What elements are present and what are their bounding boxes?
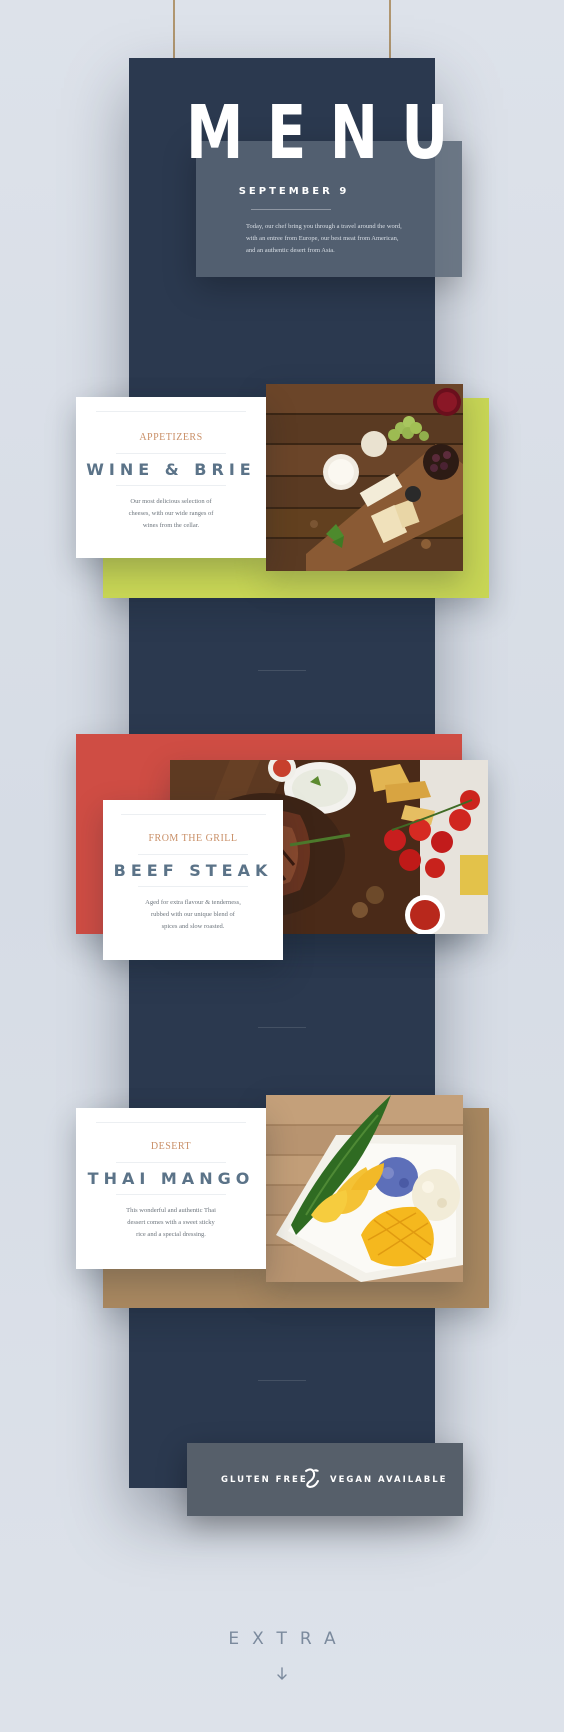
hanging-cord-left (173, 0, 175, 60)
card-rule (116, 1162, 226, 1163)
extra-link[interactable]: EXTRA (0, 1629, 564, 1649)
card-rule (116, 485, 226, 486)
ampersand-leaf-icon (302, 1467, 322, 1489)
card-rule (96, 411, 246, 412)
intro-line: Today, our chef bring you through a trav… (246, 223, 402, 230)
grill-card: FROM THE GRILL BEEF STEAK Aged for extra… (103, 800, 283, 960)
description-line: This wonderful and authentic Thai (126, 1207, 216, 1214)
card-rule (116, 1194, 226, 1195)
description-line: Aged for extra flavour & tenderness, (145, 899, 241, 906)
menu-title: MENU (186, 90, 472, 176)
menu-date: SEPTEMBER 9 (238, 186, 350, 197)
dish-name: WINE & BRIE (86, 460, 256, 479)
description-line: cheeses, with our wide ranges of (128, 510, 214, 517)
section-category: APPETIZERS (139, 432, 203, 443)
menu-intro: Today, our chef bring you through a trav… (246, 221, 446, 257)
gluten-free-label: GLUTEN FREE (221, 1475, 308, 1485)
panel-divider (258, 1027, 306, 1028)
description-line: rubbed with our unique blend of (151, 911, 235, 918)
intro-line: and an authentic desert from Asia. (246, 247, 335, 254)
section-category: FROM THE GRILL (148, 833, 238, 844)
hanging-cord-right (389, 0, 391, 60)
mango-sticky-rice-photo (266, 1095, 463, 1282)
description-line: dessert comes with a sweet sticky (127, 1219, 215, 1226)
card-rule (116, 453, 226, 454)
card-rule (120, 814, 266, 815)
dish-name: BEEF STEAK (113, 861, 273, 880)
intro-line: with an entree from Europe, our best mea… (246, 235, 399, 242)
card-rule (96, 1122, 246, 1123)
date-divider (251, 209, 331, 210)
description-line: wines from the cellar. (142, 522, 200, 529)
dietary-footer: GLUTEN FREE VEGAN AVAILABLE (187, 1443, 463, 1516)
dish-description: Aged for extra flavour & tenderness, rub… (103, 897, 283, 933)
dish-description: Our most delicious selection of cheeses,… (76, 496, 266, 532)
vegan-available-label: VEGAN AVAILABLE (330, 1475, 448, 1485)
panel-divider (258, 670, 306, 671)
section-category: DESERT (150, 1141, 192, 1152)
panel-divider (258, 1380, 306, 1381)
desert-card: DESERT THAI MANGO This wonderful and aut… (76, 1108, 266, 1269)
card-rule (138, 854, 248, 855)
arrow-down-icon[interactable] (274, 1666, 290, 1682)
cheese-board-photo (266, 384, 463, 571)
description-line: spices and slow roasted. (161, 923, 225, 930)
dish-description: This wonderful and authentic Thai desser… (76, 1205, 266, 1241)
card-rule (138, 886, 248, 887)
description-line: rice and a special dressing. (136, 1231, 206, 1238)
appetizers-card: APPETIZERS WINE & BRIE Our most deliciou… (76, 397, 266, 558)
dish-name: THAI MANGO (87, 1169, 255, 1188)
description-line: Our most delicious selection of (130, 498, 212, 505)
